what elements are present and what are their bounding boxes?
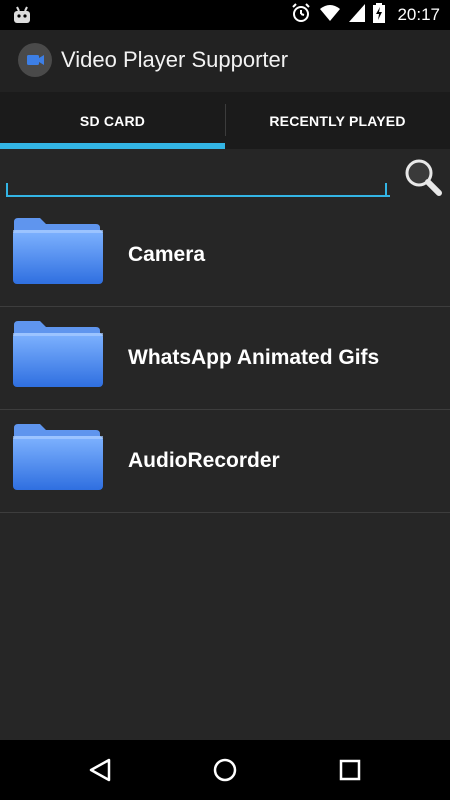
home-button[interactable] <box>210 755 240 785</box>
search-input[interactable] <box>6 157 390 197</box>
search-button[interactable] <box>403 157 443 197</box>
tab-bar: SD CARD RECENTLY PLAYED <box>0 92 450 149</box>
tab-label: SD CARD <box>79 112 146 129</box>
tab-sd-card[interactable]: SD CARD <box>0 92 225 149</box>
folder-label: Camera <box>128 243 206 266</box>
search-input-edge <box>6 183 8 195</box>
folder-list: Camera WhatsApp Animated Gifs AudioRecor… <box>0 204 450 513</box>
status-icons: 20:17 <box>291 0 440 30</box>
recents-icon <box>335 759 365 789</box>
android-icon <box>12 5 32 30</box>
back-icon <box>85 758 115 789</box>
recents-button[interactable] <box>335 755 365 785</box>
folder-label: AudioRecorder <box>128 449 280 472</box>
status-bar: 20:17 <box>0 0 450 30</box>
folder-icon <box>12 420 104 497</box>
folder-item-audiorecorder[interactable]: AudioRecorder <box>0 410 450 513</box>
folder-icon <box>12 317 104 394</box>
search-input-edge <box>385 183 387 195</box>
folder-label: WhatsApp Animated Gifs <box>128 346 380 369</box>
folder-icon <box>12 214 104 291</box>
battery-charging-icon <box>373 2 386 28</box>
search-row <box>0 149 450 201</box>
alarm-icon <box>291 2 311 28</box>
signal-icon <box>349 3 366 27</box>
tab-recently-played[interactable]: RECENTLY PLAYED <box>225 92 450 149</box>
tab-label: RECENTLY PLAYED <box>269 112 406 129</box>
app-title: Video Player Supporter <box>61 47 289 72</box>
home-icon <box>210 758 240 789</box>
magnifier-icon <box>403 159 443 201</box>
action-bar: Video Player Supporter <box>0 30 450 93</box>
video-camera-icon[interactable] <box>18 43 52 77</box>
folder-item-camera[interactable]: Camera <box>0 204 450 307</box>
navigation-bar <box>0 740 450 800</box>
folder-item-whatsapp-animated-gifs[interactable]: WhatsApp Animated Gifs <box>0 307 450 410</box>
status-time: 20:17 <box>397 5 440 24</box>
back-button[interactable] <box>85 755 115 785</box>
tab-divider <box>225 104 226 136</box>
wifi-icon <box>319 4 341 27</box>
